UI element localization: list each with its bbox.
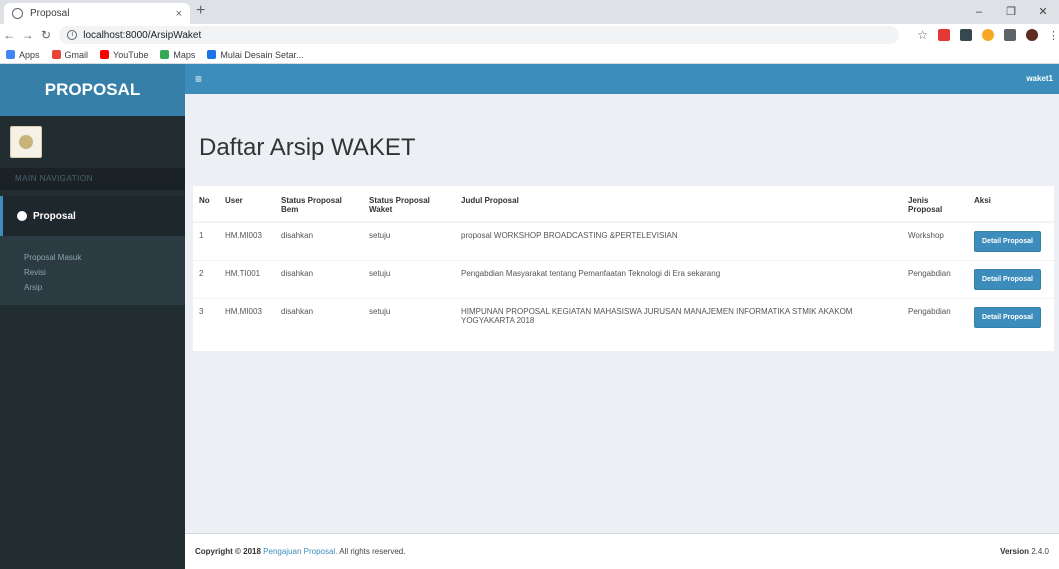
avatar [10, 126, 42, 158]
reload-icon[interactable]: ↻ [37, 28, 55, 42]
url-text: localhost:8000/ArsipWaket [83, 29, 202, 41]
gmail-icon [51, 50, 61, 59]
minimize-button[interactable]: – [963, 0, 995, 24]
sidebar: PROPOSAL MAIN NAVIGATION Proposal Propos… [0, 64, 185, 569]
forward-arrow-icon[interactable]: → [18, 28, 36, 42]
puzzle-icon[interactable] [1003, 29, 1016, 41]
bookmark-gmail[interactable]: Gmail [51, 50, 88, 60]
sidebar-item-label: Proposal [33, 210, 76, 222]
bookmark-youtube[interactable]: YouTube [100, 50, 148, 60]
detail-proposal-button[interactable]: Detail Proposal [974, 307, 1041, 328]
design-icon [207, 50, 217, 59]
bookmarks-bar: Apps Gmail YouTube Maps Mulai Desain Set… [0, 46, 1059, 64]
youtube-icon [100, 50, 110, 59]
bookmark-design[interactable]: Mulai Desain Setar... [207, 50, 303, 60]
globe-icon [12, 8, 23, 19]
star-icon[interactable]: ☆ [917, 28, 928, 42]
menu-header: MAIN NAVIGATION [0, 168, 185, 190]
new-tab-button[interactable]: + [196, 2, 205, 20]
brand-logo[interactable]: PROPOSAL [0, 64, 185, 116]
submenu-item-arsip[interactable]: Arsip [0, 280, 185, 295]
user-panel [0, 116, 185, 168]
dashboard-icon [17, 211, 27, 221]
close-window-button[interactable]: ✕ [1027, 0, 1059, 24]
more-menu-icon[interactable]: ⋮ [1048, 29, 1059, 42]
submenu-item-proposal-masuk[interactable]: Proposal Masuk [0, 250, 185, 265]
sidebar-submenu: Proposal Masuk Revisi Arsip [0, 236, 185, 305]
extension-red-icon[interactable] [937, 29, 950, 41]
window-controls: – ❐ ✕ [963, 0, 1059, 24]
submenu-item-revisi[interactable]: Revisi [0, 265, 185, 280]
back-arrow-icon[interactable]: ← [0, 28, 18, 42]
extensions-bar: ☆ ⋮ [917, 28, 1059, 42]
extension-yellow-icon[interactable] [981, 29, 994, 41]
detail-proposal-button[interactable]: Detail Proposal [974, 269, 1041, 290]
app-root: PROPOSAL MAIN NAVIGATION Proposal Propos… [0, 64, 1059, 569]
maximize-button[interactable]: ❐ [995, 0, 1027, 24]
address-bar-row: ← → ↻ i localhost:8000/ArsipWaket ☆ ⋮ [0, 24, 1059, 46]
info-icon[interactable]: i [67, 30, 78, 40]
footer-link[interactable]: Pengajuan Proposal. [263, 547, 337, 556]
extension-dark-icon[interactable] [959, 29, 972, 41]
sidebar-item-proposal[interactable]: Proposal [0, 196, 185, 236]
bookmark-apps[interactable]: Apps [6, 50, 40, 60]
profile-avatar[interactable] [1025, 29, 1038, 41]
bookmark-maps[interactable]: Maps [160, 50, 195, 60]
apps-grid-icon [6, 50, 15, 59]
url-input[interactable]: i localhost:8000/ArsipWaket [59, 26, 900, 44]
tab-title: Proposal [30, 8, 70, 19]
browser-tabbar: Proposal × + – ❐ ✕ [0, 0, 1059, 24]
seal-icon [19, 135, 33, 149]
tab-close-icon[interactable]: × [176, 8, 182, 20]
browser-tab[interactable]: Proposal × [4, 3, 190, 24]
maps-icon [160, 50, 170, 59]
detail-proposal-button[interactable]: Detail Proposal [974, 231, 1041, 252]
